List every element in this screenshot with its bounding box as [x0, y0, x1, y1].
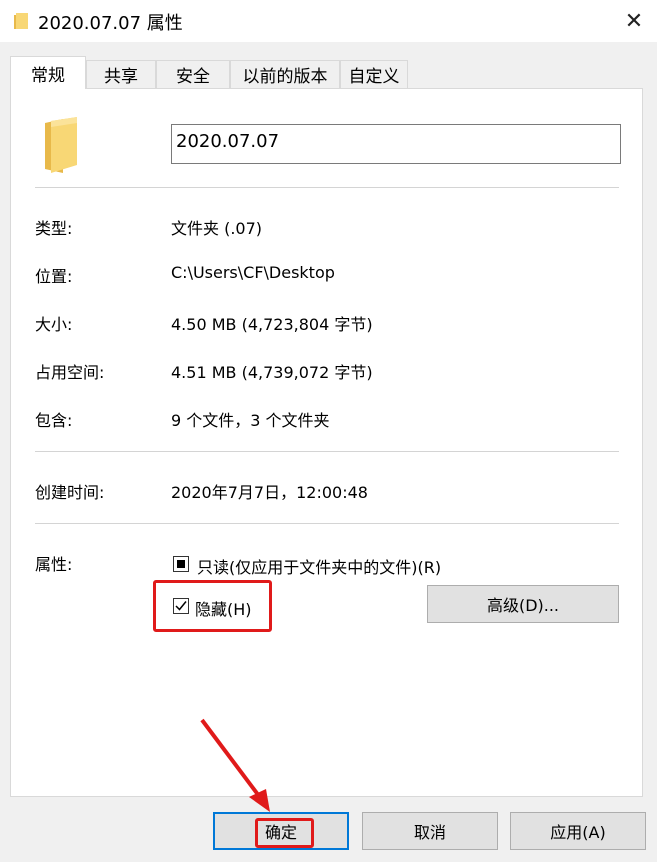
contains-value: 9 个文件，3 个文件夹	[171, 411, 330, 430]
size-on-disk-label: 占用空间:	[35, 363, 105, 382]
location-value: C:\Users\CF\Desktop	[171, 263, 335, 282]
ok-highlight	[255, 818, 314, 848]
separator	[35, 523, 619, 524]
type-label: 类型:	[35, 219, 73, 238]
size-value: 4.50 MB (4,723,804 字节)	[171, 315, 373, 334]
cancel-button[interactable]: 取消	[362, 812, 498, 850]
tab-general[interactable]: 常规	[10, 56, 86, 89]
window-title: 2020.07.07 属性	[38, 13, 183, 34]
close-button[interactable]: ✕	[611, 0, 657, 42]
location-label: 位置:	[35, 267, 73, 286]
tab-previous-versions[interactable]: 以前的版本	[230, 60, 340, 88]
size-on-disk-value: 4.51 MB (4,739,072 字节)	[171, 363, 373, 382]
created-value: 2020年7月7日，12:00:48	[171, 483, 368, 502]
separator	[35, 451, 619, 452]
type-value: 文件夹 (.07)	[171, 219, 263, 238]
advanced-button[interactable]: 高级(D)...	[427, 585, 619, 623]
size-label: 大小:	[35, 315, 73, 334]
separator	[35, 187, 619, 188]
folder-name-input[interactable]: 2020.07.07	[171, 124, 621, 164]
folder-large-icon	[45, 117, 77, 173]
general-panel: 2020.07.07 类型: 文件夹 (.07) 位置: C:\Users\CF…	[10, 88, 643, 797]
tab-sharing[interactable]: 共享	[86, 60, 156, 88]
contains-label: 包含:	[35, 411, 73, 430]
title-bar: 2020.07.07 属性 ✕	[0, 0, 657, 42]
apply-button[interactable]: 应用(A)	[510, 812, 646, 850]
close-icon: ✕	[624, 8, 644, 34]
tab-customize[interactable]: 自定义	[340, 60, 408, 88]
created-label: 创建时间:	[35, 483, 105, 502]
attributes-label: 属性:	[35, 555, 73, 574]
readonly-label: 只读(仅应用于文件夹中的文件)(R)	[197, 558, 442, 577]
readonly-checkbox[interactable]	[173, 556, 189, 572]
folder-icon	[14, 13, 28, 29]
hidden-highlight	[153, 580, 272, 632]
tab-security[interactable]: 安全	[156, 60, 230, 88]
